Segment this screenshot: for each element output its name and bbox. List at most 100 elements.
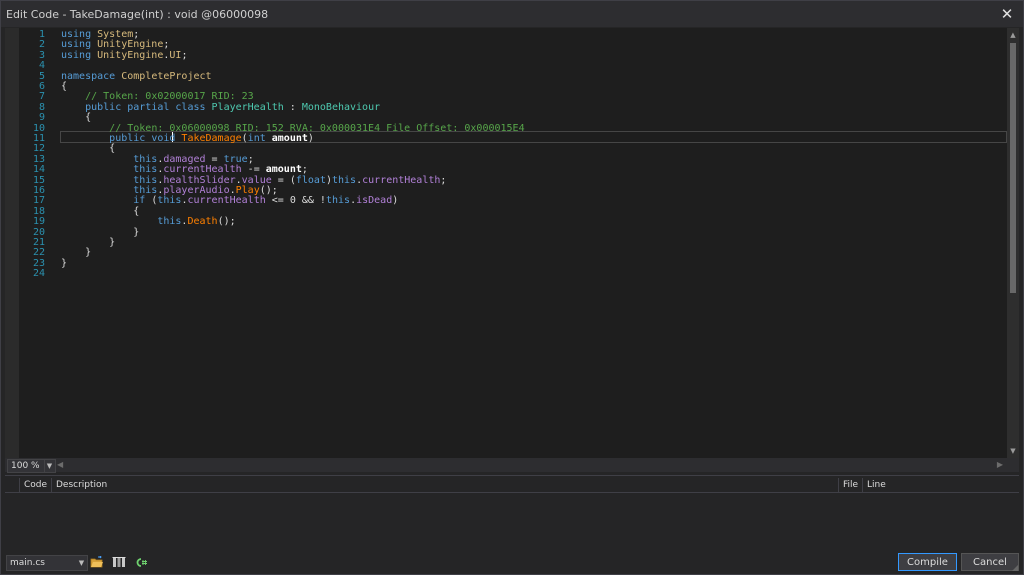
code-token: Play (235, 185, 260, 196)
code-editor[interactable]: 1 using System; 2 using UnityEngine; 3 using … (5, 28, 1019, 458)
assembly-references-icon[interactable] (112, 556, 126, 569)
code-token: using (61, 49, 98, 61)
code-token: value (241, 174, 272, 186)
scroll-up-icon[interactable]: ▲ (1007, 30, 1019, 40)
code-line[interactable]: 2 using UnityEngine; (19, 39, 979, 50)
code-token: this (157, 216, 182, 228)
code-line[interactable]: 22 } (19, 247, 979, 258)
code-line[interactable]: 14 this.currentHealth -= amount; (19, 164, 979, 175)
scroll-thumb[interactable] (1010, 43, 1016, 293)
code-text: using System; (61, 29, 139, 40)
code-text: // Token: 0x06000098 RID: 152 RVA: 0x000… (61, 123, 524, 134)
code-line[interactable]: 16 this.playerAudio.Play(); (19, 185, 979, 196)
code-line[interactable]: 5 namespace CompleteProject (19, 71, 979, 82)
code-token: ; (247, 153, 254, 165)
line-number: 10 (32, 122, 45, 134)
code-token: (); (259, 185, 278, 196)
code-token: = (205, 153, 224, 165)
error-list: Code Description File Line (5, 475, 1019, 548)
code-line[interactable]: 8 public partial class PlayerHealth : Mo… (19, 102, 979, 113)
line-number: 20 (32, 226, 45, 238)
code-token: { (61, 112, 92, 124)
code-line[interactable]: 20 } (19, 227, 979, 238)
code-token: } (61, 226, 140, 238)
code-token: healthSlider (163, 174, 236, 186)
line-number: 4 (38, 60, 45, 72)
code-token: isDead (356, 195, 393, 207)
code-line[interactable]: 21 } (19, 237, 979, 248)
zoom-dropdown[interactable]: 100 % ▼ (7, 459, 56, 473)
code-token: // Token: 0x02000017 RID: 23 (85, 91, 254, 103)
code-token: currentHealth (362, 174, 441, 186)
code-text: if (this.currentHealth <= 0 && !this.isD… (61, 195, 398, 206)
open-folder-icon[interactable] (90, 556, 104, 569)
code-text: } (61, 227, 139, 238)
close-button[interactable]: ✕ (997, 4, 1017, 24)
code-line[interactable]: 10 // Token: 0x06000098 RID: 152 RVA: 0x… (19, 123, 979, 134)
line-number: 19 (32, 216, 45, 228)
vertical-scrollbar[interactable]: ▲ ▼ (1007, 28, 1019, 458)
code-text: { (61, 206, 139, 217)
window-title: Edit Code - TakeDamage(int) : void @0600… (6, 8, 269, 21)
code-token: ; (301, 164, 308, 176)
code-token: PlayerHealth (211, 101, 284, 113)
code-text: this.Death(); (61, 216, 235, 228)
column-description[interactable]: Description (51, 478, 838, 492)
code-text: } (61, 247, 91, 258)
code-token: ; (181, 49, 188, 61)
code-token: } (61, 247, 92, 259)
code-line[interactable]: 23} (19, 258, 979, 269)
compile-button[interactable]: Compile (898, 553, 957, 571)
line-number: 7 (38, 91, 45, 103)
line-number: 5 (38, 70, 45, 82)
scroll-right-icon[interactable]: ▶ (997, 460, 1003, 469)
code-line[interactable]: 6{ (19, 81, 979, 92)
code-text-area[interactable]: 1 using System; 2 using UnityEngine; 3 using … (19, 28, 1007, 458)
code-line[interactable]: 13 this.damaged = true; (19, 154, 979, 165)
edit-code-window: Edit Code - TakeDamage(int) : void @0600… (0, 0, 1024, 575)
code-line[interactable]: 18 { (19, 206, 979, 217)
code-line[interactable]: 19 this.Death(); (19, 216, 979, 227)
line-number: 6 (38, 81, 45, 92)
csharp-script-icon[interactable] (134, 556, 148, 569)
code-token: ; (440, 174, 447, 186)
code-line[interactable]: 7 // Token: 0x02000017 RID: 23 (19, 91, 979, 102)
code-line[interactable]: 17 if (this.currentHealth <= 0 && !this.… (19, 195, 979, 206)
line-number: 12 (32, 143, 45, 155)
code-line[interactable]: 12 { (19, 143, 979, 154)
line-number: 14 (32, 164, 45, 176)
code-token: { (61, 205, 140, 217)
cancel-button[interactable]: Cancel (961, 553, 1019, 571)
code-token: } (61, 237, 116, 248)
column-code[interactable]: Code (19, 478, 51, 492)
title-bar: Edit Code - TakeDamage(int) : void @0600… (1, 1, 1023, 27)
scroll-left-icon[interactable]: ◀ (57, 460, 63, 469)
code-token: this (157, 195, 182, 207)
code-line[interactable]: 4 (19, 60, 979, 71)
code-text: using UnityEngine.UI; (61, 50, 187, 61)
code-token: : (283, 101, 302, 113)
file-dropdown[interactable]: main.cs ▼ (6, 555, 88, 571)
code-line[interactable]: 9 { (19, 112, 979, 123)
code-token: using (61, 29, 98, 40)
line-number: 9 (38, 112, 45, 124)
column-file[interactable]: File (838, 478, 862, 492)
code-token: UnityEngine (97, 39, 164, 51)
resize-grip-icon[interactable]: ◢ (1012, 563, 1022, 573)
code-line[interactable]: 15 this.healthSlider.value = (float)this… (19, 175, 979, 186)
code-line[interactable]: 3 using UnityEngine.UI; (19, 50, 979, 61)
line-number: 2 (38, 39, 45, 51)
chevron-down-icon: ▼ (44, 460, 54, 472)
line-number: 23 (32, 257, 45, 269)
code-text: this.currentHealth -= amount; (61, 164, 308, 175)
code-line[interactable]: 1 using System; (19, 29, 979, 40)
code-token: CompleteProject (121, 70, 212, 82)
scroll-down-icon[interactable]: ▼ (1007, 446, 1019, 456)
code-line[interactable]: 24 (19, 268, 979, 279)
code-line[interactable]: 11 public void TakeDamage(int amount) (19, 133, 979, 144)
code-token: playerAudio (163, 185, 230, 196)
column-line[interactable]: Line (862, 478, 892, 492)
code-token: int (247, 133, 272, 144)
